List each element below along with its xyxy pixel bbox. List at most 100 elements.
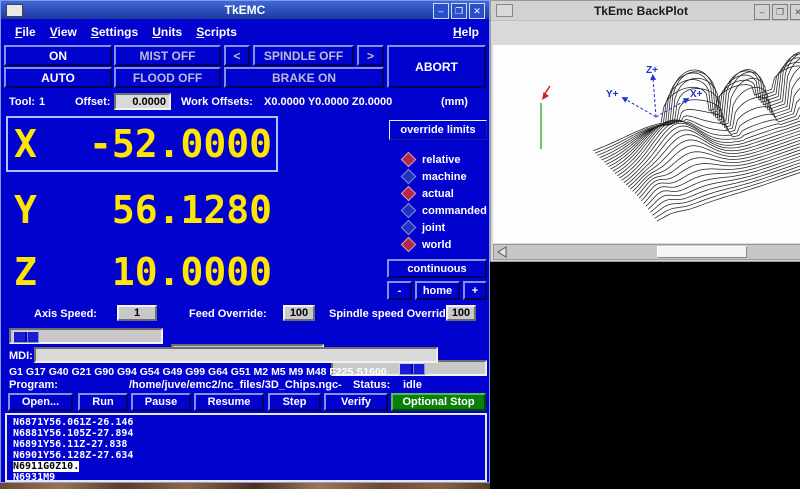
gcode-line[interactable]: N6891Y56.11Z-27.838 [13, 439, 485, 450]
menu-settings[interactable]: Settings [91, 25, 138, 39]
desktop-wallpaper-strip [0, 483, 490, 489]
brake-button[interactable]: BRAKE ON [224, 67, 384, 88]
radio-diamond-icon [401, 220, 417, 236]
offset-entry[interactable]: 0.0000 [114, 93, 171, 110]
home-button[interactable]: home [415, 281, 460, 300]
radio-label: commanded [422, 205, 487, 217]
menu-view[interactable]: View [50, 25, 77, 39]
titlebar: TkEMC – ❐ ✕ [1, 1, 489, 19]
axis-speed-label: Axis Speed: [34, 308, 97, 320]
feed-override-label: Feed Override: [189, 308, 267, 320]
gcode-line[interactable]: N6871Y56.061Z-26.146 [13, 417, 485, 428]
radio-diamond-icon [401, 152, 417, 168]
maximize-icon[interactable]: ❐ [772, 4, 788, 20]
jog-mode-button[interactable]: continuous [387, 259, 487, 278]
menu-help[interactable]: Help [453, 25, 479, 39]
backplot-canvas: Z+Y+X+ [493, 45, 800, 243]
open-button[interactable]: Open... [8, 393, 73, 411]
radio-joint[interactable]: joint [389, 219, 489, 236]
menu-scripts[interactable]: Scripts [196, 25, 237, 39]
jog-plus-button[interactable]: + [463, 281, 487, 300]
spindle-minus-button[interactable]: < [224, 45, 250, 66]
minimize-icon[interactable]: – [754, 4, 770, 20]
radio-label: world [422, 239, 451, 251]
resume-button[interactable]: Resume [194, 393, 264, 411]
jog-minus-button[interactable]: - [387, 281, 412, 300]
dro-axis-y[interactable]: Y 56.1280 [6, 182, 278, 238]
menu-units[interactable]: Units [152, 25, 182, 39]
run-button[interactable]: Run [78, 393, 128, 411]
radio-commanded[interactable]: commanded [389, 202, 489, 219]
close-icon[interactable]: ✕ [469, 3, 485, 19]
status-label: Status: [353, 379, 390, 391]
verify-button[interactable]: Verify [324, 393, 388, 411]
minimize-icon[interactable]: – [433, 3, 449, 19]
scrollbar-thumb[interactable] [657, 246, 747, 258]
menubar: File View Settings Units Scripts Help [1, 19, 489, 44]
close-icon[interactable]: ✕ [790, 4, 800, 20]
offset-label: Offset: [75, 96, 110, 108]
active-gcodes: G1 G17 G40 G21 G90 G94 G54 G49 G99 G64 G… [9, 366, 387, 378]
gcode-line[interactable]: N6901Y56.128Z-27.634 [13, 450, 485, 461]
dro-axis-x[interactable]: X-52.0000 [6, 116, 278, 172]
mdi-input[interactable] [34, 347, 438, 363]
slider-handle[interactable] [399, 363, 425, 375]
gcode-line[interactable]: N6931M9 [13, 472, 485, 482]
radio-world[interactable]: world [389, 236, 489, 253]
radio-diamond-icon [401, 169, 417, 185]
desktop: TkEMC – ❐ ✕ File View Settings Units Scripts… [0, 0, 800, 489]
menu-file[interactable]: File [15, 25, 36, 39]
dro-axis-z[interactable]: Z10.0000 [6, 244, 278, 300]
program-path: /home/juve/emc2/nc_files/3D_Chips.ngc [129, 379, 338, 391]
radio-label: actual [422, 188, 454, 200]
mdi-label: MDI: [9, 350, 33, 362]
gcode-line[interactable]: N6881Y56.105Z-27.894 [13, 428, 485, 439]
program-label: Program: [9, 379, 58, 391]
radio-diamond-icon [401, 203, 417, 219]
gcode-line[interactable]: N6911G0Z10. [13, 461, 485, 472]
machine-on-button[interactable]: ON [4, 45, 112, 66]
pause-button[interactable]: Pause [131, 393, 191, 411]
backplot-window: TkEmc BackPlot – ❐ ✕ X - YX - ZY - Z3DSE… [490, 0, 800, 262]
mist-button[interactable]: MIST OFF [114, 45, 221, 66]
svg-text:Z+: Z+ [646, 65, 658, 76]
status-value: idle [403, 379, 422, 391]
backplot-title: TkEmc BackPlot [491, 4, 791, 18]
radio-machine[interactable]: machine [389, 168, 489, 185]
dro-axis-label: Y [14, 188, 37, 232]
axis-speed-slider[interactable] [9, 328, 163, 344]
radio-label: machine [422, 171, 467, 183]
scroll-left-icon[interactable] [495, 246, 509, 258]
radio-actual[interactable]: actual [389, 185, 489, 202]
step-button[interactable]: Step [268, 393, 321, 411]
slider-handle[interactable] [13, 331, 39, 343]
dro-axis-value: -52.0000 [89, 122, 272, 166]
dro-axis-value: 10.0000 [112, 250, 272, 294]
tool-label: Tool: [9, 96, 35, 108]
feed-override-value: 100 [283, 305, 315, 321]
override-limits-button[interactable]: override limits [389, 120, 487, 140]
work-offsets-value: X0.0000 Y0.0000 Z0.0000 [264, 96, 392, 108]
radio-relative[interactable]: relative [389, 151, 489, 168]
work-offsets-label: Work Offsets: [181, 96, 253, 108]
backplot-hscrollbar[interactable] [493, 244, 800, 260]
spindle-override-label: Spindle speed Override: [329, 308, 456, 320]
window-title: TkEMC [1, 3, 489, 17]
radio-diamond-icon [401, 237, 417, 253]
spindle-override-value: 100 [446, 305, 476, 321]
program-dash: - [338, 379, 342, 391]
gcode-listing[interactable]: N6871Y56.061Z-26.146N6881Y56.105Z-27.894… [5, 413, 487, 482]
svg-text:X+: X+ [690, 89, 703, 100]
optional-stop-button[interactable]: Optional Stop [391, 393, 486, 411]
radio-diamond-icon [401, 186, 417, 202]
dro-axis-value: 56.1280 [112, 188, 272, 232]
abort-button[interactable]: ABORT [387, 45, 486, 88]
radio-label: relative [422, 154, 461, 166]
spindle-button[interactable]: SPINDLE OFF [253, 45, 354, 66]
axis-speed-value: 1 [117, 305, 157, 321]
spindle-plus-button[interactable]: > [357, 45, 384, 66]
radio-label: joint [422, 222, 445, 234]
flood-button[interactable]: FLOOD OFF [114, 67, 221, 88]
maximize-icon[interactable]: ❐ [451, 3, 467, 19]
mode-auto-button[interactable]: AUTO [4, 67, 112, 88]
